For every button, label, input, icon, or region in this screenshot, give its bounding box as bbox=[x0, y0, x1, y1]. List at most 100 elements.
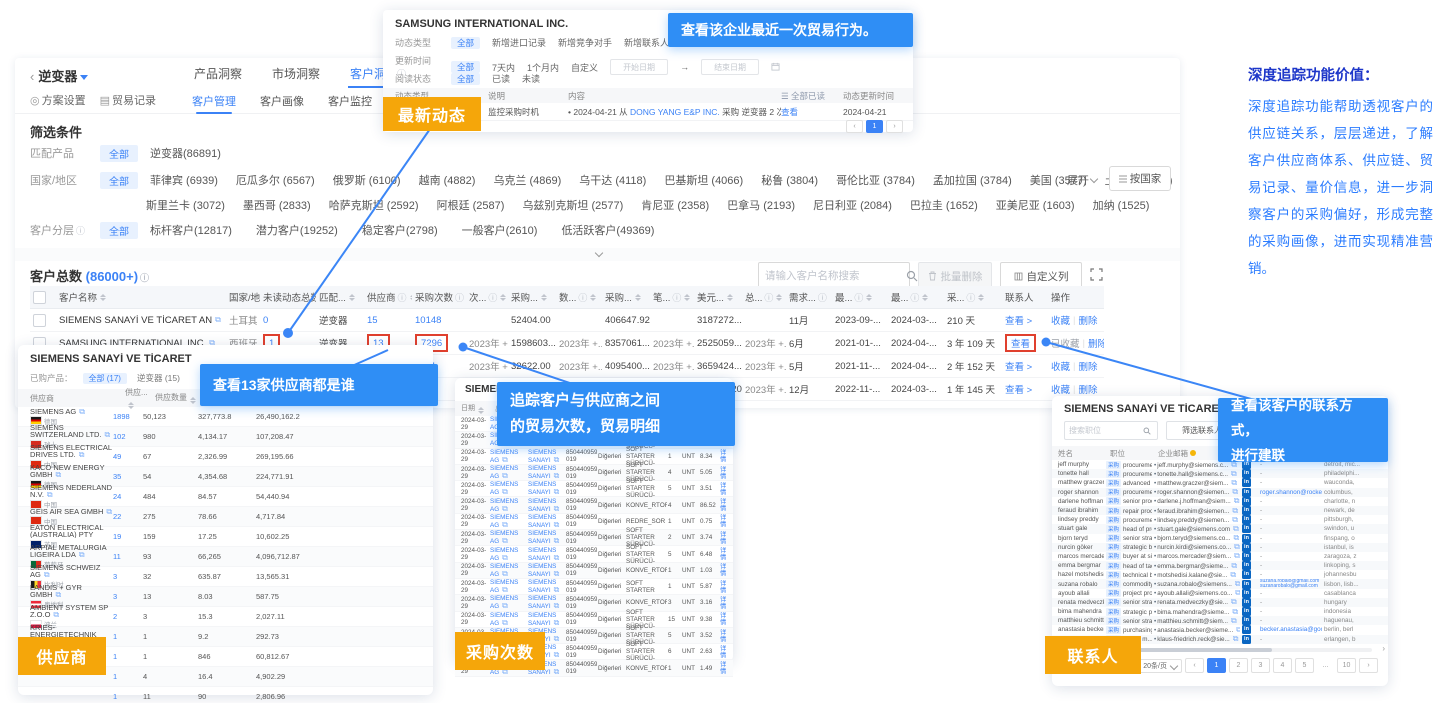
supply-count-link[interactable]: 19 bbox=[113, 532, 143, 541]
next-page-button[interactable]: › bbox=[886, 120, 903, 133]
copy-icon[interactable]: ⧉ bbox=[1233, 534, 1239, 543]
linkedin-icon[interactable]: in bbox=[1242, 589, 1251, 598]
linkedin-icon[interactable]: in bbox=[1242, 570, 1251, 579]
search-input[interactable] bbox=[759, 270, 906, 282]
column-header[interactable]: 最...ⓘ bbox=[832, 286, 888, 308]
copy-icon[interactable]: ⧉ bbox=[106, 508, 112, 515]
unread-cell[interactable]: 0 bbox=[260, 309, 316, 331]
detail-link[interactable]: 详情 bbox=[719, 580, 733, 594]
supply-count-link[interactable]: 3 bbox=[113, 572, 143, 581]
tab-产品洞察[interactable]: 产品洞察 bbox=[192, 65, 244, 82]
copy-icon[interactable]: ⧉ bbox=[47, 490, 53, 498]
copy-icon[interactable]: ⧉ bbox=[44, 570, 50, 578]
country-item[interactable]: 俄罗斯 (6100) bbox=[333, 172, 401, 188]
country-item[interactable]: 厄瓜多尔 (6567) bbox=[236, 172, 315, 188]
importer-link[interactable]: SIEMENS SANAYI⧉ bbox=[527, 612, 565, 627]
importer-link[interactable]: SIEMENS SANAYI⧉ bbox=[527, 498, 565, 513]
copy-icon[interactable]: ⧉ bbox=[79, 408, 85, 415]
favorite-link[interactable]: 收藏 bbox=[1051, 382, 1070, 396]
linkedin-icon[interactable]: in bbox=[1242, 506, 1251, 515]
exporter-link[interactable]: SIEMENS AG⧉ bbox=[489, 612, 527, 627]
filter-option[interactable]: 已读 bbox=[492, 72, 510, 85]
copy-icon[interactable]: ⧉ bbox=[554, 553, 560, 562]
tier-item[interactable]: 稳定客户(2798) bbox=[362, 222, 438, 238]
supply-count-link[interactable]: 24 bbox=[113, 492, 143, 501]
exporter-link[interactable]: SIEMENS AG⧉ bbox=[489, 449, 527, 464]
country-item[interactable]: 越南 (4882) bbox=[419, 172, 476, 188]
filter-option[interactable]: 未读 bbox=[522, 72, 540, 85]
detail-link[interactable]: 详情 bbox=[719, 514, 733, 528]
country-item[interactable]: 肯尼亚 (2358) bbox=[641, 197, 709, 213]
copy-icon[interactable]: ⧉ bbox=[502, 455, 508, 464]
column-header[interactable]: 采购次数ⓘ bbox=[412, 286, 466, 308]
copy-icon[interactable]: ⧉ bbox=[554, 569, 560, 578]
importer-link[interactable]: SIEMENS SANAYI⧉ bbox=[527, 547, 565, 562]
highlight-box[interactable]: 查看 bbox=[1005, 334, 1036, 352]
filter-option[interactable]: 自定义 bbox=[571, 61, 598, 74]
search-icon[interactable] bbox=[1143, 427, 1151, 435]
column-header[interactable]: 最...ⓘ bbox=[888, 286, 944, 308]
country-item[interactable]: 墨西哥 (2833) bbox=[243, 197, 311, 213]
linkedin-icon[interactable]: in bbox=[1242, 543, 1251, 552]
tier-item[interactable]: 低活跃客户(49369) bbox=[561, 222, 654, 238]
supply-count-link[interactable]: 35 bbox=[113, 472, 143, 481]
linkedin-icon[interactable]: in bbox=[1242, 616, 1251, 625]
country-item[interactable]: 哈萨克斯坦 (2592) bbox=[329, 197, 419, 213]
supply-count-link[interactable]: 1 bbox=[113, 632, 143, 641]
column-header[interactable]: 次...ⓘ bbox=[466, 286, 508, 308]
exporter-link[interactable]: SIEMENS AG⧉ bbox=[489, 530, 527, 545]
detail-link[interactable]: 详情 bbox=[719, 482, 733, 496]
page-1-button[interactable]: 1 bbox=[866, 120, 883, 133]
column-header[interactable]: 总...ⓘ bbox=[742, 286, 786, 308]
copy-icon[interactable]: ⧉ bbox=[53, 610, 59, 618]
country-item[interactable]: 乌兹别克斯坦 (2577) bbox=[522, 197, 623, 213]
exporter-link[interactable]: SIEMENS AG⧉ bbox=[489, 595, 527, 610]
supply-count-link[interactable]: 102 bbox=[113, 432, 143, 441]
column-header[interactable]: 供应商ⓘ bbox=[364, 286, 412, 308]
expand-toggle[interactable]: 展开 bbox=[1067, 172, 1097, 188]
copy-icon[interactable]: ⧉ bbox=[554, 504, 560, 513]
column-header[interactable]: 匹配... bbox=[316, 286, 364, 308]
date-start-input[interactable]: 开始日期 bbox=[610, 59, 668, 75]
page-button-3[interactable]: 3 bbox=[1251, 658, 1270, 673]
copy-icon[interactable]: ⧉ bbox=[554, 487, 560, 496]
mark-all-read[interactable]: ☰ 全部已读 bbox=[781, 90, 843, 102]
filter-all-chip[interactable]: 全部 bbox=[451, 37, 480, 49]
country-item[interactable]: 加纳 (1525) bbox=[1093, 197, 1150, 213]
copy-icon[interactable]: ⧉ bbox=[502, 536, 508, 545]
exporter-link[interactable]: SIEMENS AG⧉ bbox=[489, 547, 527, 562]
copy-icon[interactable]: ⧉ bbox=[1231, 561, 1237, 570]
tier-item[interactable]: 潜力客户(19252) bbox=[256, 222, 338, 238]
subtab-客户管理[interactable]: 客户管理 bbox=[192, 93, 236, 109]
copy-icon[interactable]: ⧉ bbox=[554, 471, 560, 480]
copy-icon[interactable]: ⧉ bbox=[215, 315, 221, 325]
linkedin-icon[interactable]: in bbox=[1242, 580, 1251, 589]
exporter-link[interactable]: SIEMENS AG⧉ bbox=[489, 481, 527, 496]
detail-link[interactable]: 详情 bbox=[719, 449, 733, 463]
detail-link[interactable]: 详情 bbox=[719, 612, 733, 626]
contact-cell[interactable]: 查看 bbox=[1002, 332, 1048, 354]
linkedin-icon[interactable]: in bbox=[1242, 534, 1251, 543]
filter-option[interactable]: 新增竞争对手 bbox=[558, 36, 612, 49]
copy-icon[interactable]: ⧉ bbox=[554, 601, 560, 610]
contact-cell[interactable]: 查看 > bbox=[1002, 309, 1048, 331]
plan-settings-button[interactable]: ◎方案设置 bbox=[30, 92, 86, 108]
copy-icon[interactable]: ⧉ bbox=[56, 590, 62, 598]
back-icon[interactable]: ‹ bbox=[30, 69, 34, 84]
copy-icon[interactable]: ⧉ bbox=[1232, 506, 1238, 515]
prev-page-button[interactable]: ‹ bbox=[846, 120, 863, 133]
copy-icon[interactable]: ⧉ bbox=[1231, 478, 1237, 487]
linkedin-icon[interactable]: in bbox=[1242, 478, 1251, 487]
copy-icon[interactable]: ⧉ bbox=[502, 553, 508, 562]
importer-link[interactable]: SIEMENS SANAYI⧉ bbox=[527, 449, 565, 464]
linkedin-icon[interactable]: in bbox=[1242, 607, 1251, 616]
detail-link[interactable]: 详情 bbox=[719, 645, 733, 659]
country-item[interactable]: 哥伦比亚 (3784) bbox=[836, 172, 915, 188]
importer-link[interactable]: SIEMENS SANAYI⧉ bbox=[527, 579, 565, 594]
delete-link[interactable]: 删除 bbox=[1078, 313, 1097, 327]
country-item[interactable]: 巴基斯坦 (4066) bbox=[664, 172, 743, 188]
fullscreen-icon[interactable] bbox=[1090, 268, 1103, 286]
page-button-10[interactable]: 10 bbox=[1337, 658, 1356, 673]
copy-icon[interactable]: ⧉ bbox=[1231, 469, 1237, 478]
country-item[interactable]: 孟加拉国 (3784) bbox=[933, 172, 1012, 188]
